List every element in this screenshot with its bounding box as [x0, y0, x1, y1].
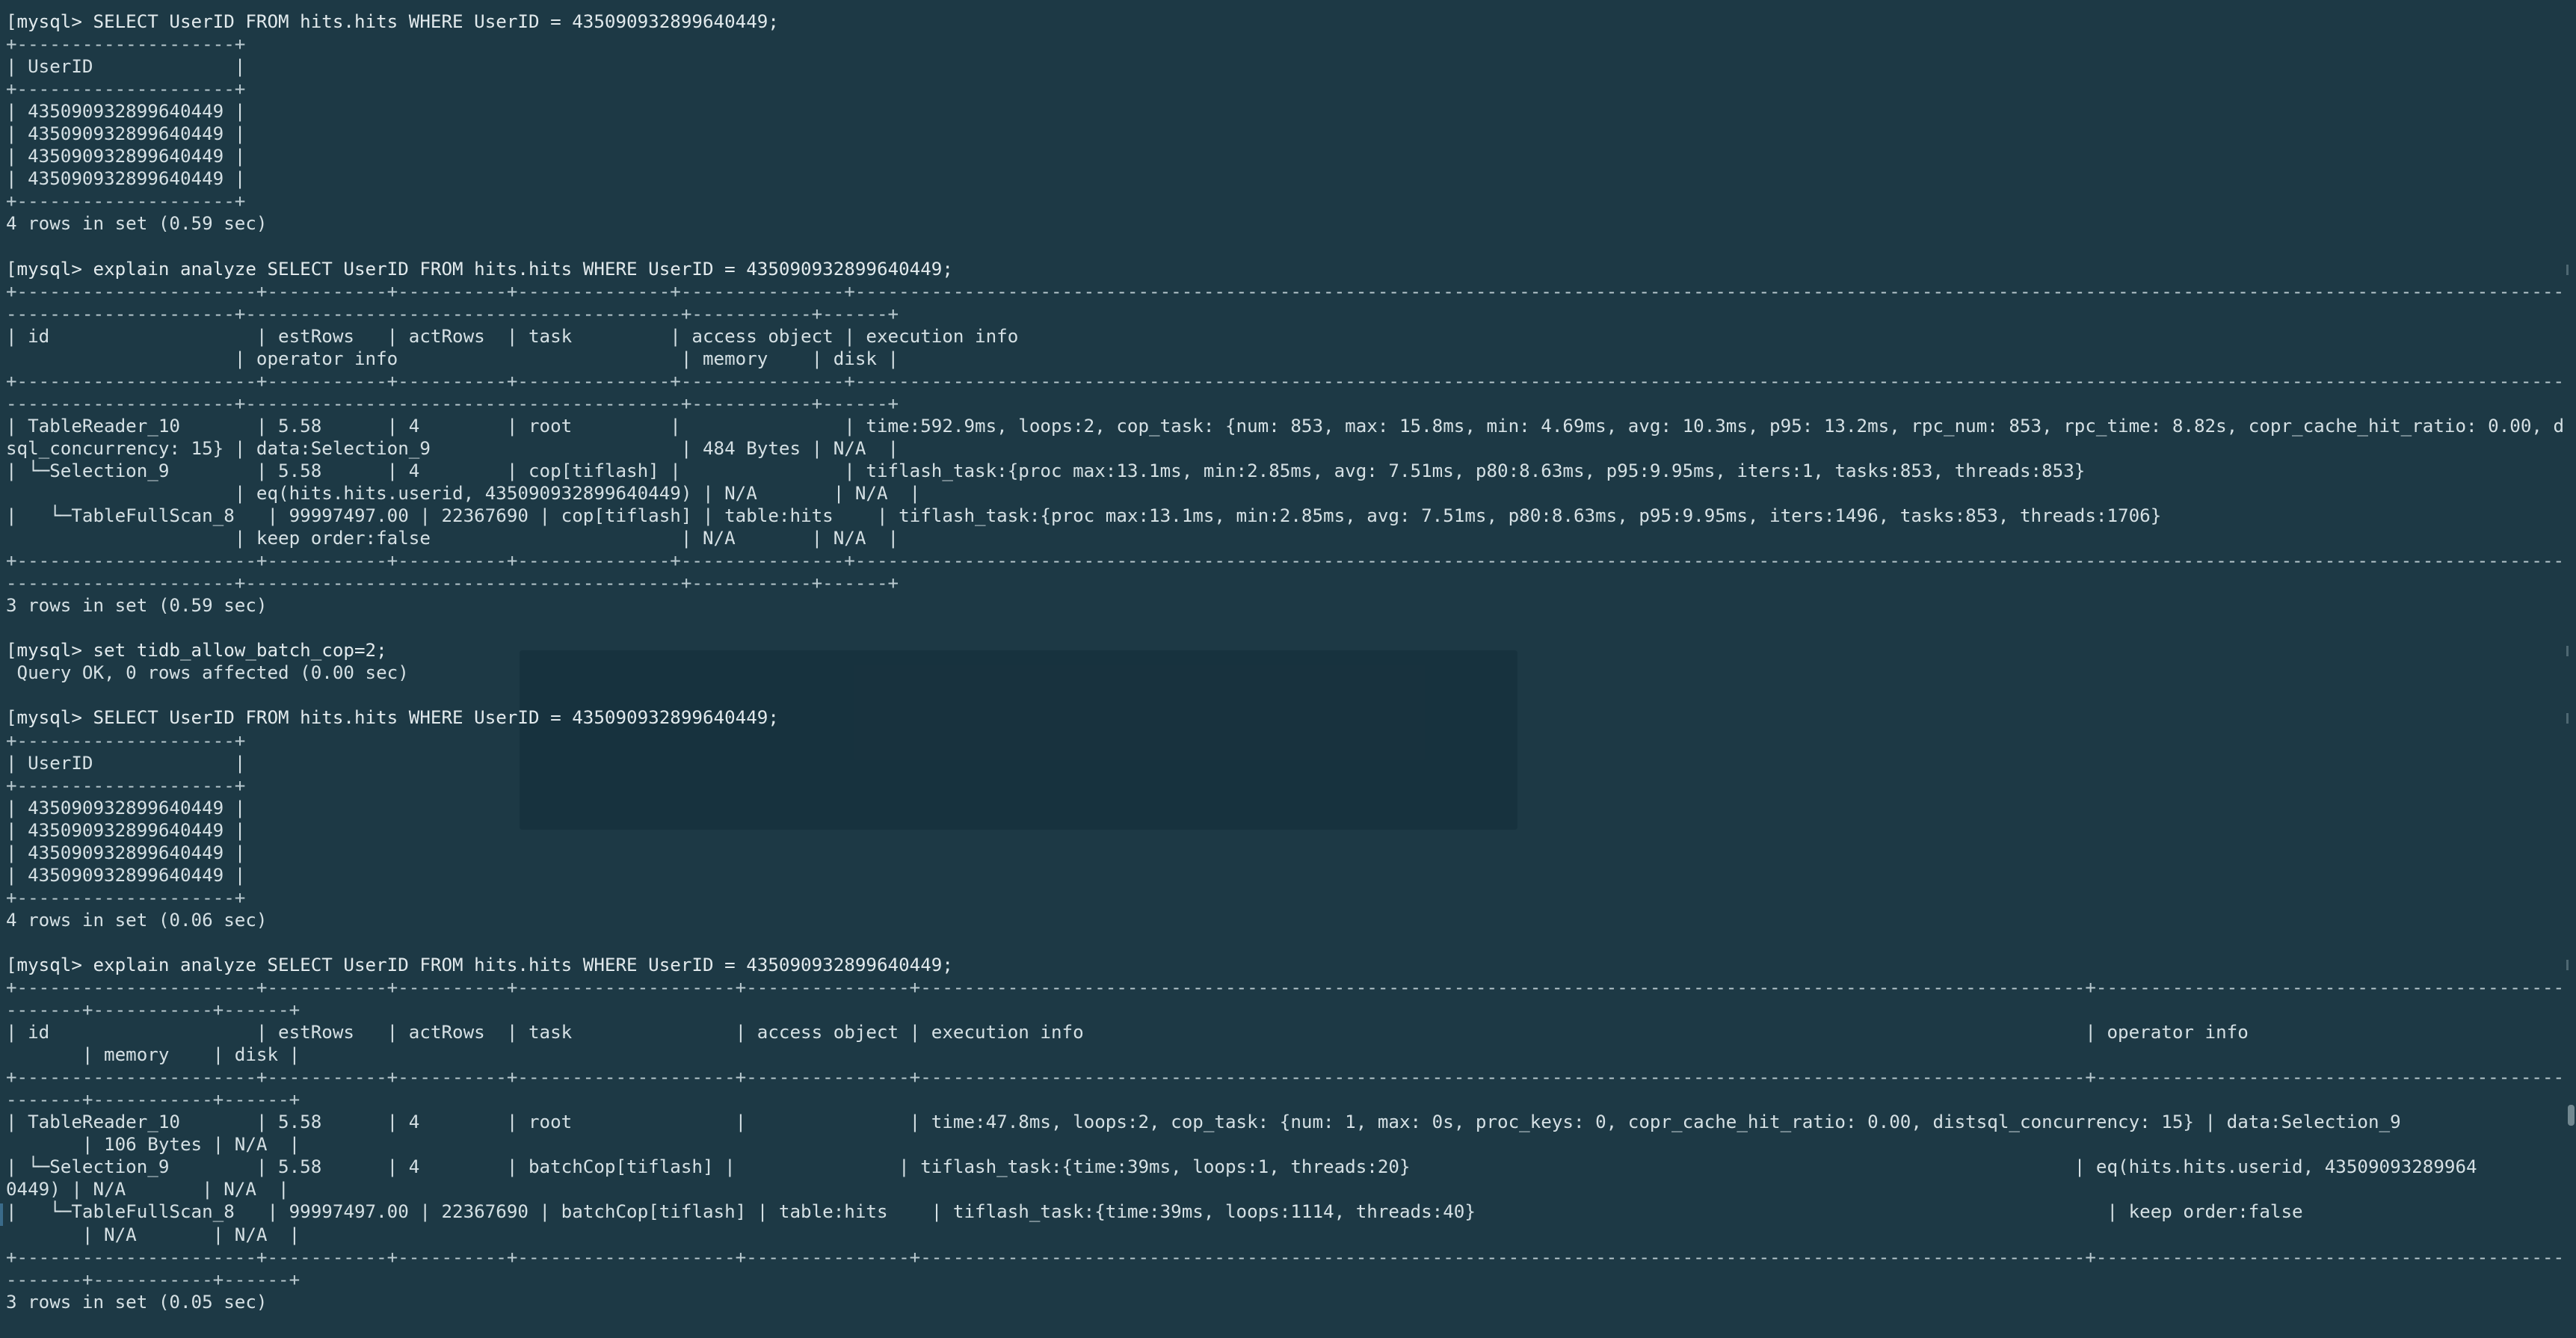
output-line: | TableReader_10 | 5.58 | 4 | root | | t… [6, 415, 2563, 437]
output-line: | operator info | memory | disk | [6, 348, 899, 369]
table-border: +----------------------+-----------+----… [6, 1246, 2563, 1268]
command-line: [mysql> SELECT UserID FROM hits.hits WHE… [6, 11, 779, 32]
output-line: | id | estRows | actRows | task | access… [6, 325, 1019, 347]
table-border: +--------------------+ [6, 78, 246, 100]
left-margin-accent [0, 1203, 3, 1226]
output-line: | N/A | N/A | [6, 1224, 301, 1245]
output-line: | 435090932899640449 | [6, 797, 246, 818]
result-summary: 4 rows in set (0.59 sec) [6, 213, 268, 235]
output-line: | 435090932899640449 | [6, 819, 246, 841]
table-border: ---------------------+------------------… [6, 573, 899, 594]
output-line: | └─Selection_9 | 5.58 | 4 | cop[tiflash… [6, 460, 2086, 481]
output-line: | keep order:false | N/A | N/A | [6, 528, 899, 549]
command-line: [mysql> explain analyze SELECT UserID FR… [6, 258, 953, 280]
table-border: +--------------------+ [6, 34, 246, 55]
output-line: | memory | disk | [6, 1044, 301, 1066]
output-line: sql_concurrency: 15} | data:Selection_9 … [6, 437, 899, 459]
output-line: | id | estRows | actRows | task | access… [6, 1022, 2249, 1043]
command-line: [mysql> explain analyze SELECT UserID FR… [6, 954, 953, 975]
table-border: +--------------------+ [6, 730, 246, 751]
scrollbar-thumb[interactable] [2568, 1105, 2575, 1126]
table-border: +----------------------+-----------+----… [6, 370, 2563, 392]
table-border: +----------------------+-----------+----… [6, 550, 2563, 572]
table-border: -------+-----------+------+ [6, 1089, 301, 1111]
table-border: +----------------------+-----------+----… [6, 977, 2563, 999]
terminal-window[interactable]: [mysql> SELECT UserID FROM hits.hits WHE… [0, 0, 2576, 1338]
command-line: [mysql> SELECT UserID FROM hits.hits WHE… [6, 707, 779, 729]
output-line: | 435090932899640449 | [6, 146, 246, 167]
table-border: ---------------------+------------------… [6, 303, 899, 324]
result-summary: 3 rows in set (0.05 sec) [6, 1291, 268, 1313]
output-line: | 435090932899640449 | [6, 123, 246, 145]
line-overflow-marker [2566, 265, 2569, 275]
table-border: +----------------------+-----------+----… [6, 1067, 2563, 1088]
output-line: | TableReader_10 | 5.58 | 4 | root | | t… [6, 1112, 2401, 1133]
output-line: | └─TableFullScan_8 | 99997497.00 | 2236… [6, 1201, 2303, 1223]
line-overflow-marker [2566, 646, 2569, 656]
output-line: | 435090932899640449 | [6, 842, 246, 863]
table-border: +----------------------+-----------+----… [6, 280, 2563, 302]
line-overflow-marker [2566, 713, 2569, 724]
table-border: +--------------------+ [6, 774, 246, 796]
table-border: ---------------------+------------------… [6, 392, 899, 414]
output-line: | UserID | [6, 752, 246, 774]
command-line: [mysql> set tidb_allow_batch_cop=2; [6, 640, 387, 662]
table-border: -------+-----------+------+ [6, 1268, 301, 1290]
output-line: | └─Selection_9 | 5.58 | 4 | batchCop[ti… [6, 1156, 2477, 1178]
output-line: | └─TableFullScan_8 | 99997497.00 | 2236… [6, 505, 2162, 527]
line-overflow-marker [2566, 960, 2569, 970]
output-line: | 106 Bytes | N/A | [6, 1134, 301, 1156]
output-line: | 435090932899640449 | [6, 168, 246, 190]
table-border: +--------------------+ [6, 191, 246, 212]
table-border: -------+-----------+------+ [6, 999, 301, 1021]
output-line: 0449) | N/A | N/A | [6, 1179, 289, 1200]
output-line: | eq(hits.hits.userid, 43509093289964044… [6, 482, 921, 504]
terminal-output[interactable]: [mysql> SELECT UserID FROM hits.hits WHE… [6, 10, 2563, 1313]
table-border: +--------------------+ [6, 887, 246, 908]
result-summary: 3 rows in set (0.59 sec) [6, 595, 268, 617]
output-line: | 435090932899640449 | [6, 864, 246, 886]
output-line: | UserID | [6, 56, 246, 78]
result-summary: Query OK, 0 rows affected (0.00 sec) [6, 662, 409, 684]
result-summary: 4 rows in set (0.06 sec) [6, 909, 268, 931]
output-line: | 435090932899640449 | [6, 101, 246, 123]
